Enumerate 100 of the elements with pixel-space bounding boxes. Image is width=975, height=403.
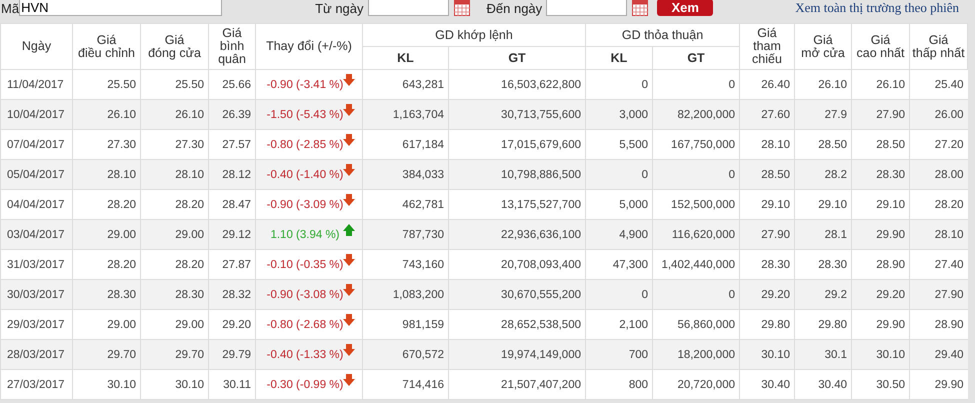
table-cell: 28.10 xyxy=(910,220,968,250)
table-cell: 29.40 xyxy=(910,340,968,370)
table-cell: 384,033 xyxy=(362,160,448,190)
table-cell: 28.2 xyxy=(794,160,852,190)
table-cell: 29.20 xyxy=(740,280,794,310)
column-header: KL xyxy=(586,46,652,70)
from-date-field[interactable] xyxy=(368,0,449,16)
table-cell: 29.00 xyxy=(72,220,140,250)
table-cell: 05/04/2017 xyxy=(0,160,72,190)
table-cell: 10/04/2017 xyxy=(0,100,72,130)
table-cell: 28.30 xyxy=(140,280,208,310)
table-cell: 30.10 xyxy=(72,370,140,400)
table-cell: 21,507,407,200 xyxy=(448,370,586,400)
table-cell: 0 xyxy=(586,160,652,190)
table-cell: 27.90 xyxy=(852,100,910,130)
table-cell: 27.90 xyxy=(740,220,794,250)
column-group-header: GD khớp lệnh xyxy=(362,24,586,46)
table-cell: 27/03/2017 xyxy=(0,370,72,400)
table-cell: 29.90 xyxy=(852,220,910,250)
table-cell: 28.30 xyxy=(852,160,910,190)
table-cell: 28.32 xyxy=(208,280,256,310)
calendar-icon[interactable] xyxy=(632,0,648,16)
change-value: -0.80 (-2.68 %) xyxy=(266,318,344,330)
table-cell: 82,200,000 xyxy=(652,100,740,130)
table-cell: 700 xyxy=(586,340,652,370)
column-header: Giá bình quân xyxy=(208,24,256,70)
change-value: -0.40 (-1.33 %) xyxy=(266,348,344,360)
view-button[interactable]: Xem xyxy=(657,0,714,16)
calendar-icon[interactable] xyxy=(454,0,470,16)
table-cell: 27.90 xyxy=(910,280,968,310)
change-value: -0.90 (-3.08 %) xyxy=(266,288,344,300)
table-cell: 3,000 xyxy=(586,100,652,130)
table-cell: 30.40 xyxy=(740,370,794,400)
table-cell: 30,670,555,200 xyxy=(448,280,586,310)
table-cell: 30.10 xyxy=(140,370,208,400)
column-header: Giá tham chiếu xyxy=(740,24,794,70)
to-date-field[interactable] xyxy=(546,0,628,16)
change-value: -0.40 (-1.40 %) xyxy=(266,168,344,180)
table-cell: 30.1 xyxy=(794,340,852,370)
change-value: -0.90 (-3.41 %) xyxy=(266,78,344,90)
table-cell: 03/04/2017 xyxy=(0,220,72,250)
table-cell: 1,083,200 xyxy=(362,280,448,310)
code-label: Mã xyxy=(1,1,20,17)
table-cell: 28/03/2017 xyxy=(0,340,72,370)
table-cell: 30/03/2017 xyxy=(0,280,72,310)
change-value: -0.30 (-0.99 %) xyxy=(266,378,344,390)
table-cell: 29.70 xyxy=(140,340,208,370)
column-header: GT xyxy=(448,46,586,70)
table-cell: 29.79 xyxy=(208,340,256,370)
table-cell: 29.20 xyxy=(852,280,910,310)
table-cell: 27.60 xyxy=(740,100,794,130)
column-header: Thay đổi (+/-%) xyxy=(256,24,362,70)
table-cell: 28.10 xyxy=(72,160,140,190)
column-group-header: GD thỏa thuận xyxy=(586,24,740,46)
table-cell: 26.00 xyxy=(910,100,968,130)
table-cell: 22,936,636,100 xyxy=(448,220,586,250)
table-cell: 28.00 xyxy=(910,160,968,190)
table-cell: 30.50 xyxy=(852,370,910,400)
table-cell: 26.10 xyxy=(72,100,140,130)
change-value: -0.10 (-0.35 %) xyxy=(266,258,344,270)
table-cell: 20,720,000 xyxy=(652,370,740,400)
to-date-label: Đến ngày xyxy=(486,1,542,17)
table-cell: 18,200,000 xyxy=(652,340,740,370)
change-value: -0.90 (-3.09 %) xyxy=(266,198,344,210)
column-header: Giá mở cửa xyxy=(794,24,852,70)
table-cell: 30.11 xyxy=(208,370,256,400)
column-header: Giá thấp nhất xyxy=(910,24,968,70)
table-cell: 28.30 xyxy=(72,280,140,310)
table-cell: 28.50 xyxy=(740,160,794,190)
table-cell: 29.2 xyxy=(794,280,852,310)
table-cell: 0 xyxy=(652,160,740,190)
table-cell: 26.39 xyxy=(208,100,256,130)
table-cell: 714,416 xyxy=(362,370,448,400)
column-header: Giá đóng cửa xyxy=(140,24,208,70)
table-cell: 10,798,886,500 xyxy=(448,160,586,190)
table-cell: 0 xyxy=(652,280,740,310)
table-cell: 29.00 xyxy=(140,220,208,250)
table-cell: 28.10 xyxy=(140,160,208,190)
table-cell: 29.12 xyxy=(208,220,256,250)
change-value: 1.10 (3.94 %) xyxy=(270,228,340,240)
code-field[interactable]: HVN xyxy=(19,0,222,16)
table-cell: 26.10 xyxy=(140,100,208,130)
from-date-label: Từ ngày xyxy=(315,1,364,17)
table-cell: 30.10 xyxy=(852,340,910,370)
table-cell: 800 xyxy=(586,370,652,400)
table-cell: 1,163,704 xyxy=(362,100,448,130)
table-cell: 4,900 xyxy=(586,220,652,250)
table-cell: 27.9 xyxy=(794,100,852,130)
table-cell: 29.70 xyxy=(72,340,140,370)
column-header: Giá cao nhất xyxy=(852,24,910,70)
column-header: KL xyxy=(362,46,448,70)
table-cell: 116,620,000 xyxy=(652,220,740,250)
table-cell: 670,572 xyxy=(362,340,448,370)
table-cell: 28.12 xyxy=(208,160,256,190)
table-cell: 30.10 xyxy=(740,340,794,370)
table-cell: 29.90 xyxy=(910,370,968,400)
column-header: Giá điều chỉnh xyxy=(72,24,140,70)
change-value: -0.80 (-2.85 %) xyxy=(266,138,344,150)
column-header: Ngày xyxy=(0,24,72,70)
market-session-link[interactable]: Xem toàn thị trường theo phiên xyxy=(795,0,959,16)
